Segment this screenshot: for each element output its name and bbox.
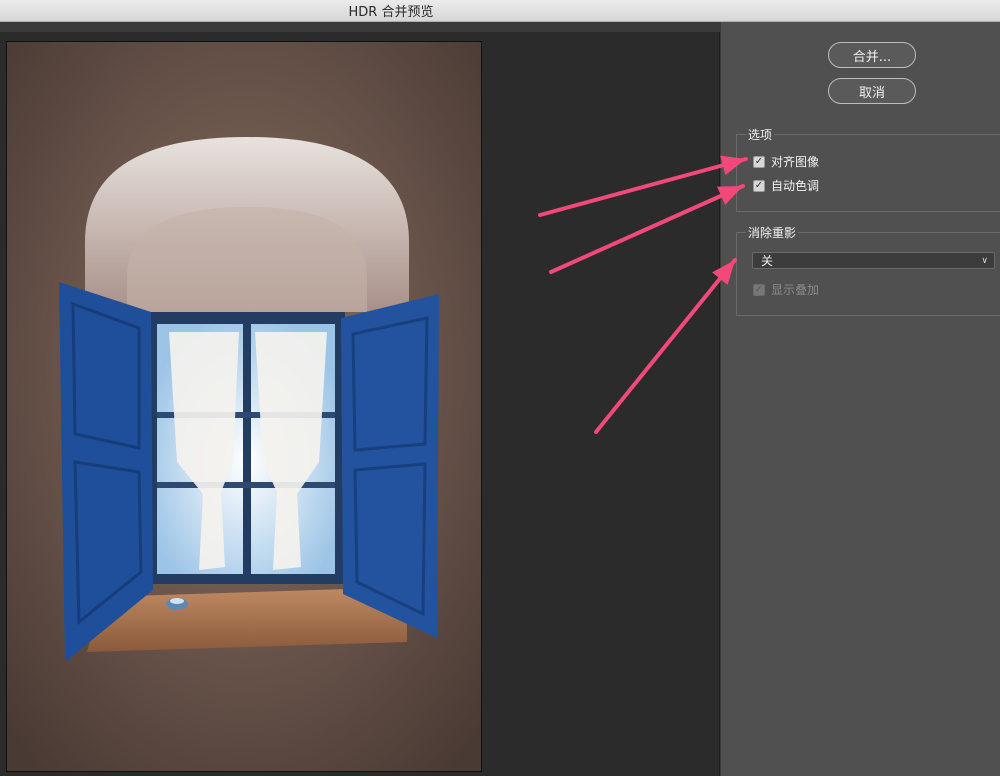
hdr-preview-image (6, 41, 482, 772)
options-group (736, 134, 1000, 212)
preview-canvas (0, 32, 720, 776)
align-images-label: 对齐图像 (771, 155, 820, 169)
ghost-removal-select[interactable]: 关 ∨ (752, 252, 995, 269)
show-overlay-checkbox[interactable]: ✓ 显示叠加 (753, 281, 819, 298)
options-group-label: 选项 (746, 126, 775, 143)
align-images-checkbox[interactable]: ✓ 对齐图像 (753, 153, 819, 170)
cancel-button[interactable]: 取消 (828, 78, 916, 104)
settings-panel: 合并... 取消 选项 ✓ 对齐图像 ✓ 自动色调 消除重影 关 ∨ ✓ 显示叠… (721, 22, 1000, 776)
chevron-down-icon: ∨ (981, 255, 988, 266)
checkmark-icon: ✓ (753, 155, 765, 168)
auto-tone-label: 自动色调 (771, 179, 820, 193)
checkmark-icon: ✓ (753, 283, 765, 296)
merge-button[interactable]: 合并... (828, 42, 916, 68)
checkmark-icon: ✓ (753, 179, 765, 192)
ghost-removal-select-value: 关 (761, 254, 774, 268)
ghost-removal-label: 消除重影 (746, 224, 799, 241)
show-overlay-label: 显示叠加 (771, 283, 820, 297)
window-title: HDR 合并预览 (348, 5, 434, 20)
ghost-removal-group (736, 232, 1000, 316)
window-titlebar: HDR 合并预览 (0, 0, 1000, 22)
auto-tone-checkbox[interactable]: ✓ 自动色调 (753, 177, 819, 194)
